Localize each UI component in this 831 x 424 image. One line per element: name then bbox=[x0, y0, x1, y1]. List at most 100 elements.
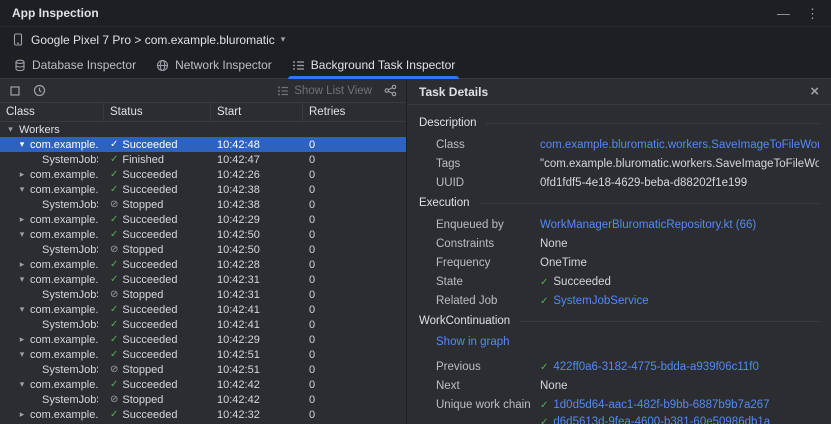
chevron-down-icon[interactable]: ▾ bbox=[18, 379, 26, 390]
table-row[interactable]: ▸com.example.bl✓Succeeded10:42:260 bbox=[0, 167, 406, 182]
chevron-right-icon[interactable]: ▸ bbox=[18, 169, 26, 180]
start-time: 10:42:29 bbox=[211, 214, 303, 226]
field-label: Unique work chain bbox=[419, 398, 540, 413]
table-row[interactable]: ▸com.example.bl✓Succeeded10:42:280 bbox=[0, 257, 406, 272]
worker-class-label: com.example.bl bbox=[30, 409, 98, 421]
retries-count: 0 bbox=[303, 184, 406, 196]
start-time: 10:42:42 bbox=[211, 394, 303, 406]
table-row[interactable]: ▸com.example.bl✓Succeeded10:42:290 bbox=[0, 212, 406, 227]
tab-label: Background Task Inspector bbox=[311, 58, 456, 72]
table-row[interactable]: ▾com.example.bl✓Succeeded10:42:420 bbox=[0, 377, 406, 392]
task-details-panel: Task Details × Description Class com.exa… bbox=[407, 79, 831, 424]
work-id-link[interactable]: 1d0d5d64-aac1-482f-b9bb-6887b9b7a267 bbox=[553, 398, 769, 413]
more-options-icon[interactable]: ⋮ bbox=[806, 7, 819, 20]
related-job-link[interactable]: SystemJobService bbox=[553, 294, 648, 309]
task-list-icon bbox=[292, 59, 305, 72]
tab-background-task-inspector[interactable]: Background Task Inspector bbox=[282, 52, 466, 78]
table-row[interactable]: ▾com.example.bl✓Succeeded10:42:410 bbox=[0, 302, 406, 317]
table-row[interactable]: ▾com.example.bl✓Succeeded10:42:480 bbox=[0, 137, 406, 152]
work-id-link[interactable]: d6d5613d-9fea-4600-b381-60e50986db1a bbox=[553, 415, 770, 424]
state-value: Succeeded bbox=[553, 275, 611, 290]
clock-icon[interactable] bbox=[33, 84, 46, 97]
column-header-start[interactable]: Start bbox=[211, 103, 303, 121]
chevron-down-icon[interactable]: ▾ bbox=[18, 184, 26, 195]
column-header-retries[interactable]: Retries bbox=[303, 103, 406, 121]
chevron-down-icon[interactable]: ▾ bbox=[18, 139, 26, 150]
close-icon[interactable]: × bbox=[810, 84, 819, 99]
table-row[interactable]: SystemJobS✓Succeeded10:42:410 bbox=[0, 317, 406, 332]
previous-work-id-link[interactable]: 422ff0a6-3182-4775-bdda-a939f06c11f0 bbox=[553, 360, 758, 375]
table-row[interactable]: SystemJobS⊘Stopped10:42:310 bbox=[0, 287, 406, 302]
task-details-body: Description Class com.example.bluromatic… bbox=[407, 105, 831, 424]
status-label: Succeeded bbox=[122, 169, 177, 181]
column-header-status[interactable]: Status bbox=[104, 103, 211, 121]
window-title: App Inspection bbox=[12, 6, 99, 20]
table-row[interactable]: SystemJobS⊘Stopped10:42:500 bbox=[0, 242, 406, 257]
table-row[interactable]: ▾com.example.bl✓Succeeded10:42:380 bbox=[0, 182, 406, 197]
show-in-graph-row: Show in graph bbox=[436, 336, 819, 348]
table-row[interactable]: SystemJobS⊘Stopped10:42:420 bbox=[0, 392, 406, 407]
tab-network-inspector[interactable]: Network Inspector bbox=[146, 52, 282, 78]
field-label: Related Job bbox=[419, 294, 540, 309]
chevron-right-icon[interactable]: ▸ bbox=[18, 214, 26, 225]
chevron-down-icon[interactable]: ▾ bbox=[18, 274, 26, 285]
title-bar: App Inspection — ⋮ bbox=[0, 0, 831, 26]
table-row[interactable]: SystemJobS✓Finished10:42:470 bbox=[0, 152, 406, 167]
show-list-view-button[interactable]: Show List View bbox=[277, 85, 372, 97]
table-row[interactable]: ▸com.example.bl✓Succeeded10:42:290 bbox=[0, 332, 406, 347]
table-row[interactable]: ▸com.example.bl✓Succeeded10:42:320 bbox=[0, 407, 406, 422]
column-header-class[interactable]: Class bbox=[0, 103, 104, 121]
chevron-down-icon[interactable]: ▾ bbox=[18, 304, 26, 315]
status-label: Succeeded bbox=[122, 229, 177, 241]
detail-row: Class com.example.bluromatic.workers.Sav… bbox=[419, 138, 819, 153]
minimize-icon[interactable]: — bbox=[777, 7, 790, 20]
chevron-right-icon[interactable]: ▸ bbox=[18, 409, 26, 420]
success-icon: ✓ bbox=[540, 415, 548, 424]
success-icon: ✓ bbox=[540, 398, 548, 413]
table-row[interactable]: SystemJobS⊘Stopped10:42:380 bbox=[0, 197, 406, 212]
title-actions: — ⋮ bbox=[777, 7, 819, 20]
phone-icon bbox=[12, 33, 24, 46]
device-process-label: Google Pixel 7 Pro > com.example.bluroma… bbox=[31, 33, 275, 47]
status-label: Stopped bbox=[122, 394, 163, 406]
retries-count: 0 bbox=[303, 274, 406, 286]
workers-group-row[interactable]: ▾ Workers bbox=[0, 122, 406, 137]
status-label: Succeeded bbox=[122, 409, 177, 421]
worker-class-label: SystemJobS bbox=[42, 154, 98, 166]
device-bar: Google Pixel 7 Pro > com.example.bluroma… bbox=[0, 26, 831, 52]
chevron-right-icon[interactable]: ▸ bbox=[18, 259, 26, 270]
table-row[interactable]: ▾com.example.bl✓Succeeded10:42:310 bbox=[0, 272, 406, 287]
status-label: Succeeded bbox=[122, 139, 177, 151]
chevron-down-icon[interactable]: ▾ bbox=[18, 349, 26, 360]
field-label: Previous bbox=[419, 360, 540, 375]
status-label: Succeeded bbox=[122, 379, 177, 391]
retries-count: 0 bbox=[303, 139, 406, 151]
tab-database-inspector[interactable]: Database Inspector bbox=[4, 52, 146, 78]
success-icon: ✓ bbox=[110, 334, 118, 345]
retries-count: 0 bbox=[303, 199, 406, 211]
device-process-selector[interactable]: Google Pixel 7 Pro > com.example.bluroma… bbox=[31, 33, 285, 47]
table-row[interactable]: SystemJobS⊘Stopped10:42:510 bbox=[0, 362, 406, 377]
chevron-right-icon[interactable]: ▸ bbox=[18, 334, 26, 345]
success-icon: ✓ bbox=[540, 275, 548, 290]
worker-class-label: com.example.bl bbox=[30, 169, 98, 181]
start-time: 10:42:28 bbox=[211, 259, 303, 271]
chevron-down-icon[interactable]: ▾ bbox=[18, 229, 26, 240]
show-list-view-label: Show List View bbox=[294, 85, 372, 97]
worker-class-link[interactable]: com.example.bluromatic.workers.SaveImage… bbox=[540, 138, 819, 153]
retries-count: 0 bbox=[303, 349, 406, 361]
main-area: Show List View Class Status Start Retrie… bbox=[0, 79, 831, 424]
success-icon: ✓ bbox=[540, 360, 548, 375]
table-row[interactable]: ▾com.example.bl✓Succeeded10:42:500 bbox=[0, 227, 406, 242]
graph-view-icon[interactable] bbox=[384, 84, 397, 97]
start-time: 10:42:32 bbox=[211, 409, 303, 421]
table-row[interactable]: ▾com.example.bl✓Succeeded10:42:510 bbox=[0, 347, 406, 362]
success-icon: ✓ bbox=[110, 274, 118, 285]
show-in-graph-link[interactable]: Show in graph bbox=[436, 336, 510, 348]
enqueued-by-link[interactable]: WorkManagerBluromaticRepository.kt (66) bbox=[540, 218, 756, 233]
chain-item: ✓ 1d0d5d64-aac1-482f-b9bb-6887b9b7a267 bbox=[540, 398, 770, 413]
stop-inspector-icon[interactable] bbox=[9, 85, 21, 97]
section-title-label: Description bbox=[419, 117, 477, 129]
chevron-down-icon[interactable]: ▾ bbox=[6, 124, 15, 135]
uuid-value: 0fd1fdf5-4e18-4629-beba-d88202f1e199 bbox=[540, 176, 747, 191]
